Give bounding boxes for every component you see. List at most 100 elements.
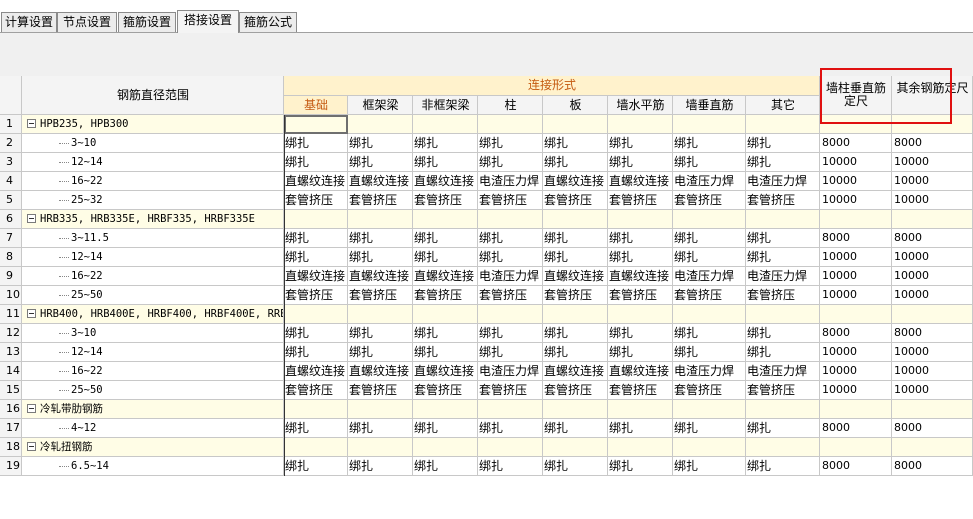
connection-cell[interactable]: 绑扎 xyxy=(673,343,746,362)
connection-cell[interactable] xyxy=(478,438,543,457)
connection-cell[interactable]: 绑扎 xyxy=(284,134,348,153)
length-cell-other[interactable]: 10000 xyxy=(892,267,973,286)
length-header-1[interactable]: 其余钢筋定尺 xyxy=(892,76,973,115)
length-cell-other[interactable] xyxy=(892,400,973,419)
length-cell-wall-column[interactable]: 10000 xyxy=(820,286,892,305)
connection-cell[interactable]: 绑扎 xyxy=(413,153,478,172)
connection-cell[interactable]: 直螺纹连接 xyxy=(413,172,478,191)
connection-cell[interactable] xyxy=(673,400,746,419)
connection-cell[interactable]: 电渣压力焊 xyxy=(478,267,543,286)
length-cell-other[interactable]: 8000 xyxy=(892,134,973,153)
connection-cell[interactable]: 绑扎 xyxy=(348,457,413,476)
connection-cell[interactable]: 套管挤压 xyxy=(746,286,820,305)
connection-cell[interactable]: 直螺纹连接 xyxy=(608,172,673,191)
tab-1[interactable]: 节点设置 xyxy=(57,12,117,32)
connection-cell[interactable] xyxy=(478,115,543,134)
length-cell-other[interactable]: 10000 xyxy=(892,286,973,305)
connection-cell[interactable] xyxy=(413,438,478,457)
connection-cell[interactable]: 套管挤压 xyxy=(413,191,478,210)
connection-cell[interactable]: 电渣压力焊 xyxy=(673,362,746,381)
tab-0[interactable]: 计算设置 xyxy=(1,12,57,32)
connection-cell[interactable] xyxy=(478,210,543,229)
connection-cell[interactable]: 绑扎 xyxy=(348,229,413,248)
connection-cell[interactable] xyxy=(348,115,413,134)
connection-cell[interactable]: 直螺纹连接 xyxy=(543,172,608,191)
length-cell-other[interactable]: 8000 xyxy=(892,419,973,438)
connection-cell[interactable]: 绑扎 xyxy=(348,153,413,172)
connection-cell[interactable]: 绑扎 xyxy=(284,419,348,438)
length-header-0[interactable]: 墙柱垂直筋定尺 xyxy=(820,76,892,115)
length-cell-other[interactable]: 10000 xyxy=(892,153,973,172)
length-cell-other[interactable] xyxy=(892,115,973,134)
connection-cell[interactable]: 直螺纹连接 xyxy=(284,267,348,286)
connection-cell[interactable]: 绑扎 xyxy=(746,419,820,438)
connection-cell[interactable]: 直螺纹连接 xyxy=(608,267,673,286)
connection-cell[interactable]: 套管挤压 xyxy=(348,381,413,400)
length-cell-wall-column[interactable]: 8000 xyxy=(820,457,892,476)
connection-cell[interactable]: 绑扎 xyxy=(543,153,608,172)
group-label[interactable]: 冷轧带肋钢筋 xyxy=(22,400,284,419)
connection-cell[interactable]: 绑扎 xyxy=(478,457,543,476)
connection-cell[interactable]: 套管挤压 xyxy=(413,381,478,400)
connection-cell[interactable]: 绑扎 xyxy=(543,343,608,362)
connection-cell[interactable]: 套管挤压 xyxy=(284,191,348,210)
connection-cell[interactable]: 绑扎 xyxy=(608,248,673,267)
length-cell-wall-column[interactable] xyxy=(820,210,892,229)
connection-cell[interactable]: 电渣压力焊 xyxy=(746,362,820,381)
connection-cell[interactable]: 直螺纹连接 xyxy=(284,172,348,191)
connection-cell[interactable]: 绑扎 xyxy=(746,457,820,476)
length-cell-other[interactable]: 8000 xyxy=(892,229,973,248)
connection-cell[interactable]: 套管挤压 xyxy=(284,286,348,305)
length-cell-other[interactable]: 8000 xyxy=(892,457,973,476)
connection-cell[interactable]: 绑扎 xyxy=(746,343,820,362)
connection-cell[interactable] xyxy=(746,115,820,134)
length-cell-other[interactable]: 10000 xyxy=(892,343,973,362)
connection-cell[interactable] xyxy=(543,438,608,457)
connection-cell[interactable]: 绑扎 xyxy=(413,324,478,343)
connection-cell[interactable] xyxy=(746,210,820,229)
connection-cell[interactable]: 直螺纹连接 xyxy=(348,362,413,381)
length-cell-wall-column[interactable]: 10000 xyxy=(820,343,892,362)
connection-cell[interactable]: 绑扎 xyxy=(673,248,746,267)
tab-2[interactable]: 箍筋设置 xyxy=(118,12,176,32)
group-label[interactable]: HRB400, HRB400E, HRBF400, HRBF400E, RRB4… xyxy=(22,305,284,324)
connection-cell[interactable]: 绑扎 xyxy=(673,153,746,172)
length-cell-wall-column[interactable]: 8000 xyxy=(820,134,892,153)
connection-cell[interactable] xyxy=(348,400,413,419)
connection-cell[interactable]: 绑扎 xyxy=(543,248,608,267)
connection-cell[interactable]: 套管挤压 xyxy=(673,191,746,210)
connection-cell[interactable]: 绑扎 xyxy=(284,153,348,172)
connection-cell[interactable]: 直螺纹连接 xyxy=(348,267,413,286)
connection-cell[interactable]: 绑扎 xyxy=(478,153,543,172)
length-cell-wall-column[interactable]: 8000 xyxy=(820,419,892,438)
connection-cell[interactable]: 绑扎 xyxy=(413,134,478,153)
connection-cell[interactable]: 套管挤压 xyxy=(543,381,608,400)
length-cell-other[interactable]: 10000 xyxy=(892,248,973,267)
connection-cell[interactable] xyxy=(413,305,478,324)
connection-cell[interactable]: 套管挤压 xyxy=(543,286,608,305)
connection-cell[interactable]: 套管挤压 xyxy=(284,381,348,400)
connection-cell[interactable] xyxy=(608,305,673,324)
connection-cell[interactable]: 绑扎 xyxy=(348,324,413,343)
connection-cell[interactable] xyxy=(284,305,348,324)
connection-cell[interactable]: 绑扎 xyxy=(543,134,608,153)
column-header-7[interactable]: 其它 xyxy=(746,96,820,115)
column-header-1[interactable]: 框架梁 xyxy=(348,96,413,115)
connection-cell[interactable]: 绑扎 xyxy=(478,343,543,362)
collapse-icon[interactable] xyxy=(27,119,36,128)
connection-cell[interactable]: 绑扎 xyxy=(608,229,673,248)
group-label[interactable]: HPB235, HPB300 xyxy=(22,115,284,134)
connection-cell[interactable] xyxy=(284,115,348,134)
connection-cell[interactable] xyxy=(673,438,746,457)
connection-cell[interactable]: 电渣压力焊 xyxy=(478,362,543,381)
connection-cell[interactable]: 直螺纹连接 xyxy=(413,362,478,381)
connection-cell[interactable] xyxy=(348,210,413,229)
connection-cell[interactable]: 绑扎 xyxy=(673,457,746,476)
group-label[interactable]: 冷轧扭钢筋 xyxy=(22,438,284,457)
connection-cell[interactable]: 绑扎 xyxy=(478,134,543,153)
connection-cell[interactable]: 绑扎 xyxy=(413,457,478,476)
connection-cell[interactable] xyxy=(543,305,608,324)
connection-cell[interactable]: 绑扎 xyxy=(673,134,746,153)
collapse-icon[interactable] xyxy=(27,404,36,413)
group-label[interactable]: HRB335, HRB335E, HRBF335, HRBF335E xyxy=(22,210,284,229)
